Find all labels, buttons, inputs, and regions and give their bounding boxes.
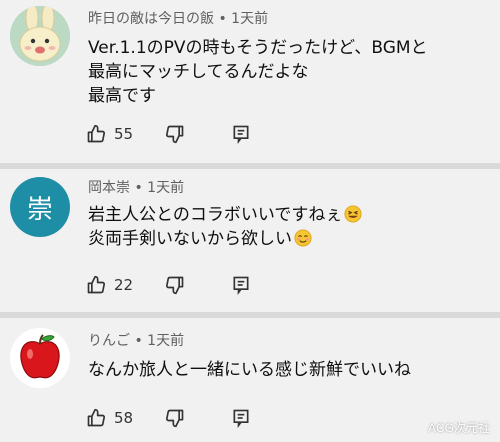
like-count: 58	[114, 409, 134, 427]
comment-text: Ver.1.1のPVの時もそうだったけど、BGMと 最高にマッチしてるんだよな …	[88, 36, 428, 108]
comment-line: 炎両手剣いないから欲しい	[88, 227, 362, 251]
reply-button[interactable]	[231, 124, 251, 144]
reply-button[interactable]	[231, 408, 251, 428]
comment-time: 1天前	[231, 11, 269, 27]
thumbs-up-icon	[86, 408, 106, 428]
thumbs-up-icon	[86, 124, 106, 144]
letter-avatar[interactable]: 崇	[10, 177, 70, 237]
comment-item: 昨日の敵は今日の飯 • 1天前 Ver.1.1のPVの時もそうだったけど、BGM…	[0, 0, 500, 163]
comment-line: なんか旅人と一緒にいる感じ新鮮でいいね	[88, 360, 411, 380]
comment-line: 最高にマッチしてるんだよな	[88, 62, 309, 82]
avatar-letter: 崇	[26, 194, 53, 225]
author-name[interactable]: りんご	[88, 333, 130, 349]
dislike-button[interactable]	[165, 124, 185, 144]
reply-icon	[231, 275, 251, 295]
comment-item: 崇 岡本崇 • 1天前 岩主人公とのコラボいいですねぇ 炎両手剣いないから欲しい	[0, 169, 500, 312]
separator-dot: •	[134, 333, 143, 349]
comment-time: 1天前	[147, 180, 185, 196]
thumbs-down-icon	[165, 275, 185, 295]
smiling-emoji-icon	[294, 229, 312, 247]
separator-dot: •	[218, 11, 227, 27]
reply-button[interactable]	[231, 275, 251, 295]
comment-meta: 岡本崇 • 1天前	[88, 177, 184, 197]
dislike-button[interactable]	[165, 275, 185, 295]
author-name[interactable]: 岡本崇	[88, 180, 130, 196]
like-button[interactable]: 58	[86, 408, 133, 428]
comment-text: 岩主人公とのコラボいいですねぇ 炎両手剣いないから欲しい	[88, 203, 362, 251]
comment-meta: 昨日の敵は今日の飯 • 1天前	[88, 8, 268, 28]
comment-line: 最高です	[88, 86, 156, 106]
apple-avatar-icon[interactable]	[10, 328, 70, 388]
comments-list: 昨日の敵は今日の飯 • 1天前 Ver.1.1のPVの時もそうだったけど、BGM…	[0, 0, 500, 442]
reply-icon	[231, 408, 251, 428]
rabbit-avatar-icon[interactable]	[10, 6, 70, 66]
comment-actions: 22	[86, 273, 275, 297]
comment-actions: 58	[86, 406, 275, 430]
comment-line: Ver.1.1のPVの時もそうだったけど、BGMと	[88, 38, 428, 58]
separator-dot: •	[134, 180, 143, 196]
dislike-button[interactable]	[165, 408, 185, 428]
reply-icon	[231, 124, 251, 144]
like-count: 55	[114, 125, 134, 143]
like-count: 22	[114, 276, 134, 294]
comment-text: なんか旅人と一緒にいる感じ新鮮でいいね	[88, 358, 411, 382]
thumbs-down-icon	[165, 408, 185, 428]
thumbs-down-icon	[165, 124, 185, 144]
watermark: ACG次元社	[427, 421, 490, 435]
comment-time: 1天前	[147, 333, 185, 349]
comment-meta: りんご • 1天前	[88, 330, 184, 350]
comment-line: 岩主人公とのコラボいいですねぇ	[88, 203, 362, 227]
laughing-emoji-icon	[344, 205, 362, 223]
thumbs-up-icon	[86, 275, 106, 295]
comment-item: りんご • 1天前 なんか旅人と一緒にいる感じ新鮮でいいね 58	[0, 318, 500, 442]
like-button[interactable]: 22	[86, 275, 133, 295]
like-button[interactable]: 55	[86, 124, 133, 144]
comment-actions: 55	[86, 122, 275, 146]
author-name[interactable]: 昨日の敵は今日の飯	[88, 11, 214, 27]
